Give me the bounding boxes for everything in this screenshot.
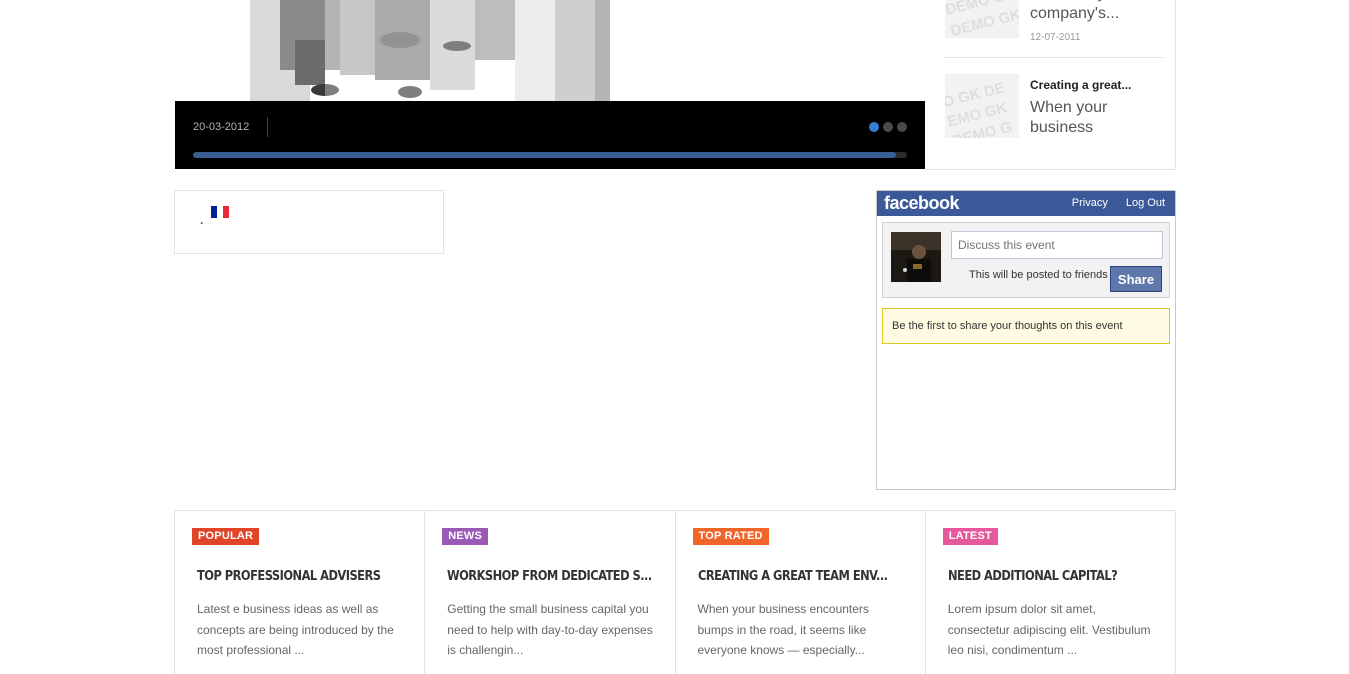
privacy-link[interactable]: Privacy	[1072, 197, 1108, 209]
france-flag-icon[interactable]	[211, 206, 229, 218]
facebook-compose-box: This will be posted to friends Share	[882, 222, 1170, 298]
slide-image[interactable]	[175, 0, 925, 101]
article-excerpt: Latest e business ideas as well as conce…	[197, 602, 394, 657]
slider-dot-1[interactable]	[869, 122, 879, 132]
category-badge[interactable]: LATEST	[942, 528, 998, 545]
slider-caption-bar: 20-03-2012	[175, 101, 925, 169]
news-title[interactable]: Describe your company's...	[1030, 0, 1165, 24]
article-card: NEWS Workshop from dedicated s... Gettin…	[424, 511, 674, 674]
demo-thumbnail-image: O GK DE EMO GK DEMO G	[945, 74, 1019, 138]
news-title[interactable]: Creating a great...	[1030, 78, 1165, 92]
user-photo	[891, 232, 941, 282]
article-title[interactable]: Top Professional Advisers	[197, 569, 382, 584]
slider-pagination	[869, 122, 907, 132]
slider-progress-bar	[193, 152, 907, 158]
comment-input[interactable]	[951, 231, 1163, 259]
news-item[interactable]: O GK DE EMO GK DEMO G Creating a great..…	[945, 70, 1163, 150]
news-date: 12-07-2011	[1030, 32, 1081, 43]
facebook-comments-widget: facebook Privacy Log Out This will be po…	[876, 190, 1176, 490]
article-title[interactable]: Workshop from dedicated s...	[447, 569, 652, 584]
news-thumbnail[interactable]: DEMO GK DEMO GK	[945, 0, 1019, 38]
article-card: POPULAR Top Professional Advisers Latest…	[175, 511, 424, 674]
business-people-photo	[175, 0, 925, 101]
news-list-panel: DEMO GK DEMO GK Describe your company's.…	[925, 0, 1176, 170]
article-excerpt: Lorem ipsum dolor sit amet, consectetur …	[947, 602, 1151, 657]
flag-stripe-red	[223, 206, 229, 218]
category-badge[interactable]: POPULAR	[192, 528, 260, 545]
share-button[interactable]: Share	[1110, 266, 1162, 292]
category-badge[interactable]: TOP RATED	[692, 528, 769, 545]
avatar[interactable]	[891, 232, 941, 282]
slider-dot-3[interactable]	[897, 122, 907, 132]
slider-progress-fill	[193, 152, 897, 158]
news-item[interactable]: DEMO GK DEMO GK Describe your company's.…	[945, 0, 1163, 58]
slider-dot-2[interactable]	[883, 122, 893, 132]
news-subtitle: When your business	[1030, 99, 1108, 136]
news-thumbnail[interactable]: O GK DE EMO GK DEMO G	[945, 74, 1019, 138]
image-slider[interactable]: 20-03-2012	[175, 0, 925, 169]
article-title[interactable]: Need additional capital?	[948, 569, 1133, 584]
post-to-friends-note: This will be posted to friends	[969, 269, 1108, 281]
logout-link[interactable]: Log Out	[1126, 197, 1165, 209]
slide-date: 20-03-2012	[193, 121, 250, 133]
no-comments-message: Be the first to share your thoughts on t…	[882, 308, 1170, 344]
article-excerpt: When your business encounters bumps in t…	[697, 602, 869, 657]
featured-articles: POPULAR Top Professional Advisers Latest…	[174, 510, 1176, 674]
article-card: LATEST Need additional capital? Lorem ip…	[924, 511, 1175, 674]
caption-divider	[267, 117, 268, 137]
facebook-header: facebook Privacy Log Out	[877, 191, 1175, 216]
article-excerpt: Getting the small business capital you n…	[447, 602, 653, 657]
article-card: TOP RATED Creating a great team env... W…	[674, 511, 925, 674]
facebook-header-links: Privacy Log Out	[1072, 197, 1165, 209]
language-separator: .	[200, 213, 204, 227]
category-badge[interactable]: NEWS	[442, 528, 489, 545]
facebook-logo[interactable]: facebook	[884, 193, 960, 214]
demo-thumbnail-image: DEMO GK DEMO GK	[945, 0, 1019, 38]
language-switcher: .	[174, 190, 444, 254]
article-title[interactable]: Creating a great team env...	[698, 569, 888, 584]
